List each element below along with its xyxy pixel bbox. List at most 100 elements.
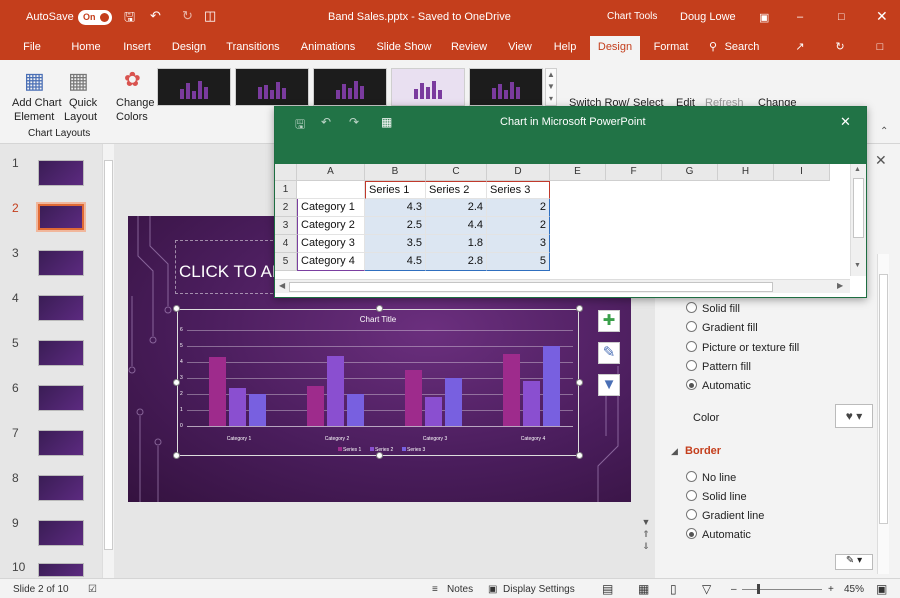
tab-slide-show[interactable]: Slide Show [374, 36, 434, 60]
border-section-header[interactable]: Border [685, 445, 721, 457]
bar-2-series-2[interactable] [327, 355, 344, 426]
slide-thumb-5[interactable] [38, 340, 84, 366]
title-placeholder-text[interactable]: CLICK TO AD [179, 262, 284, 282]
add-chart-element-label-2[interactable]: Element [14, 111, 54, 123]
slideshow-icon[interactable]: ▽ [702, 582, 711, 596]
zoom-slider[interactable] [742, 589, 822, 590]
fill-option-picture[interactable]: Picture or texture fill [686, 341, 799, 354]
change-colors-label-1[interactable]: Change [116, 97, 155, 109]
chart-filters-button[interactable]: ▼ [598, 374, 620, 396]
cell[interactable]: Category 4 [297, 253, 365, 271]
slide-thumb-10[interactable] [38, 563, 84, 577]
row-header[interactable]: 5 [275, 253, 297, 271]
minimize-icon[interactable]: – [797, 11, 803, 23]
collapse-icon[interactable]: ◢ [671, 446, 678, 457]
cell[interactable]: 4.4 [426, 217, 487, 235]
cell[interactable]: 2 [487, 217, 550, 235]
undo-icon[interactable]: ↶ [321, 115, 331, 129]
chart-style-4[interactable] [391, 68, 465, 106]
pane-scrollbar[interactable] [877, 254, 889, 574]
column-header[interactable]: G [662, 164, 718, 181]
bar-2-series-1[interactable] [307, 386, 324, 426]
zoom-level[interactable]: 45% [844, 584, 864, 595]
tab-insert[interactable]: Insert [117, 36, 157, 60]
fit-to-window-icon[interactable]: ▣ [876, 582, 887, 596]
column-header[interactable]: A [297, 164, 365, 181]
chart-style-5[interactable] [469, 68, 543, 106]
ribbon-display-icon[interactable]: ▣ [759, 11, 769, 24]
slide-thumb-9[interactable] [38, 520, 84, 546]
cell[interactable]: Series 1 [365, 181, 426, 199]
save-icon[interactable]: 🖫 [295, 115, 305, 136]
bar-3-series-1[interactable] [405, 370, 422, 426]
tab-home[interactable]: Home [65, 36, 107, 60]
resize-handle[interactable] [173, 305, 180, 312]
fill-option-gradient[interactable]: Gradient fill [686, 321, 758, 334]
chart-title[interactable]: Chart Title [178, 315, 578, 324]
cell[interactable]: 4.3 [365, 199, 426, 217]
notes-icon[interactable]: ≡ [432, 584, 438, 595]
history-icon[interactable]: ↻ [830, 36, 850, 60]
resize-handle[interactable] [173, 452, 180, 459]
add-chart-element-label-1[interactable]: Add Chart [12, 97, 62, 109]
resize-handle[interactable] [576, 305, 583, 312]
gallery-scroll[interactable]: ▲ ▼ ▾ [545, 68, 557, 106]
cell[interactable]: 4.5 [365, 253, 426, 271]
present-icon[interactable]: ◫ [204, 8, 216, 24]
zoom-slider-thumb[interactable] [757, 584, 760, 594]
bar-4-series-3[interactable] [543, 346, 560, 426]
normal-view-icon[interactable]: ▤ [602, 582, 613, 596]
slide-nav-buttons[interactable]: ▼ ⇑ ⇓ [640, 516, 652, 556]
tab-design[interactable]: Design [167, 36, 211, 60]
cell[interactable]: 5 [487, 253, 550, 271]
bar-4-series-1[interactable] [503, 354, 520, 426]
tab-file[interactable]: File [16, 36, 48, 60]
tab-review[interactable]: Review [446, 36, 492, 60]
cell[interactable]: Category 1 [297, 199, 365, 217]
display-settings-button[interactable]: Display Settings [503, 584, 575, 595]
collapse-ribbon-icon[interactable]: ⌃ [880, 126, 888, 137]
chart-styles-button[interactable]: ✎ [598, 342, 620, 364]
chart-style-1[interactable] [157, 68, 231, 106]
cell[interactable]: 2 [487, 199, 550, 217]
column-header[interactable]: D [487, 164, 550, 181]
tab-view[interactable]: View [502, 36, 538, 60]
row-header[interactable]: 3 [275, 217, 297, 235]
slide-thumb-7[interactable] [38, 430, 84, 456]
column-header[interactable]: C [426, 164, 487, 181]
user-name[interactable]: Doug Lowe [680, 11, 736, 23]
row-header[interactable]: 2 [275, 199, 297, 217]
bar-1-series-1[interactable] [209, 357, 226, 426]
search-label[interactable]: Search [722, 36, 762, 60]
resize-handle[interactable] [173, 379, 180, 386]
comments-icon[interactable]: □ [870, 36, 890, 60]
reading-view-icon[interactable]: ▯ [670, 582, 677, 596]
bar-3-series-3[interactable] [445, 378, 462, 426]
close-icon[interactable]: ✕ [876, 8, 888, 25]
close-icon[interactable]: ✕ [840, 114, 851, 130]
bar-1-series-3[interactable] [249, 394, 266, 426]
bar-4-series-2[interactable] [523, 381, 540, 426]
zoom-in-icon[interactable]: + [828, 584, 834, 595]
undo-icon[interactable]: ↶ [150, 8, 161, 24]
change-colors-label-2[interactable]: Colors [116, 111, 148, 123]
bar-1-series-2[interactable] [229, 387, 246, 426]
tab-chart-design[interactable]: Design [590, 36, 640, 60]
bar-2-series-3[interactable] [347, 394, 364, 426]
bar-3-series-2[interactable] [425, 397, 442, 426]
cell[interactable]: Category 3 [297, 235, 365, 253]
document-title[interactable]: Band Sales.pptx - Saved to OneDrive [328, 11, 511, 23]
save-icon[interactable]: 🖫 [124, 8, 135, 30]
thumbnails-scrollbar[interactable] [102, 144, 114, 578]
cell[interactable] [297, 181, 365, 199]
chart-data-window[interactable]: 🖫 ↶ ↷ ▦ Chart in Microsoft PowerPoint ✕ … [274, 106, 867, 298]
chart-style-2[interactable] [235, 68, 309, 106]
spreadsheet-grid[interactable]: A B C D E F G H I 1 2 3 4 5 Series 1 Ser… [275, 164, 850, 276]
resize-handle[interactable] [576, 452, 583, 459]
column-header[interactable]: B [365, 164, 426, 181]
fill-option-automatic[interactable]: Automatic [686, 379, 751, 392]
slide-thumb-8[interactable] [38, 475, 84, 501]
column-header[interactable]: F [606, 164, 662, 181]
slide-thumb-2[interactable] [38, 204, 84, 230]
display-settings-icon[interactable]: ▣ [488, 584, 497, 595]
